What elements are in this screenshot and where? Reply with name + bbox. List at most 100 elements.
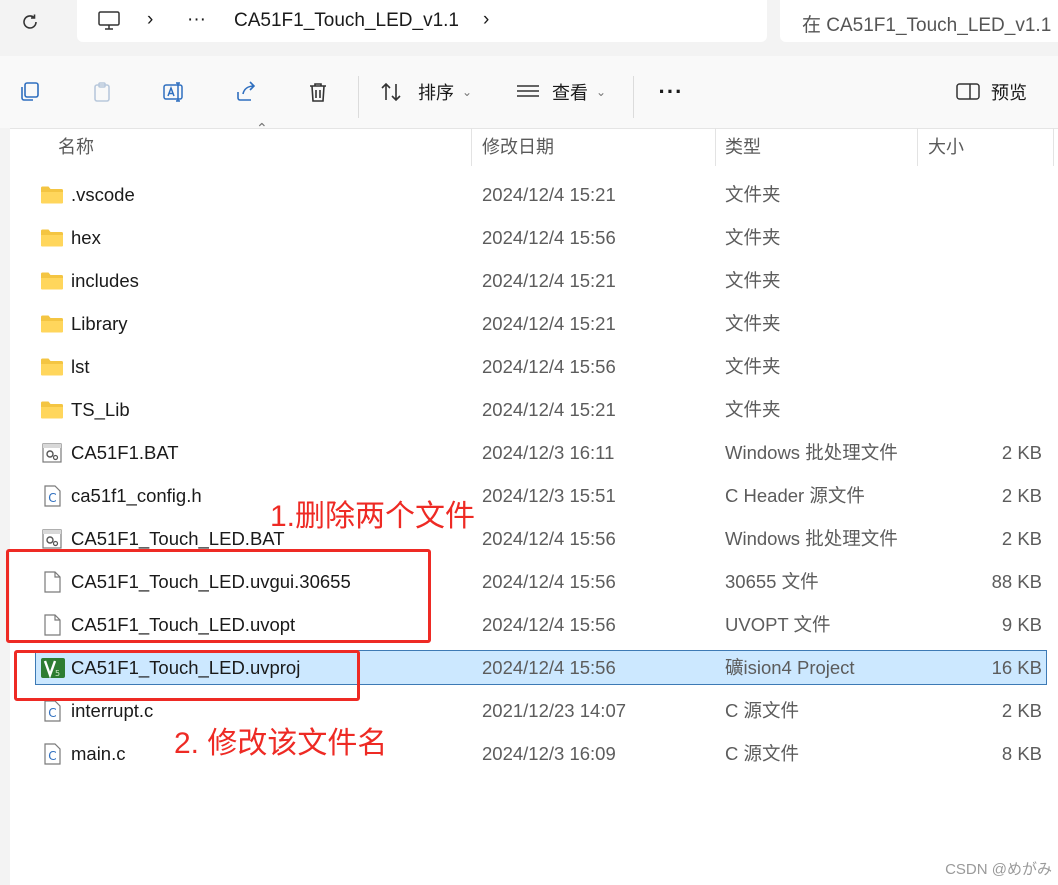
file-date: 2024/12/4 15:56 [482,571,616,592]
file-type: Windows 批处理文件 [725,442,898,463]
folder-icon [40,399,64,421]
paste-button[interactable] [84,74,120,110]
file-type: 文件夹 [725,399,781,420]
breadcrumb-current-folder[interactable]: CA51F1_Touch_LED_v1.1 [234,10,459,32]
file-date: 2024/12/4 15:21 [482,270,616,291]
batch-file-icon [40,528,64,550]
file-type: C Header 源文件 [725,485,865,506]
sort-button[interactable]: 排序 ⌄ [378,74,478,110]
copy-icon [21,82,39,101]
folder-icon [40,313,64,335]
file-date: 2024/12/3 16:11 [482,442,615,463]
column-divider[interactable] [917,128,918,166]
file-date: 2024/12/4 15:56 [482,528,616,549]
preview-label: 预览 [991,83,1027,103]
column-type-label: 类型 [725,137,761,157]
column-divider[interactable] [715,128,716,166]
file-row[interactable]: hex 2024/12/4 15:56 文件夹 [0,219,1058,262]
file-size: 2 KB [1001,485,1042,506]
file-name: main.c [71,743,126,764]
file-row[interactable]: Cca51f1_config.h 2024/12/3 15:51 C Header … [0,477,1058,520]
file-type: 文件夹 [725,356,781,377]
file-date: 2024/12/3 15:51 [482,485,616,506]
batch-file-icon [40,442,64,464]
folder-icon [40,270,64,292]
file-date: 2024/12/4 15:21 [482,399,616,420]
svg-text:C: C [48,491,56,505]
file-name: lst [71,356,90,377]
more-icon: ··· [658,79,684,104]
file-size: 2 KB [1001,442,1042,463]
annotation-box-rename [14,650,360,701]
breadcrumb-overflow[interactable]: ··· [187,9,206,31]
file-date: 2024/12/4 15:21 [482,184,616,205]
c-source-icon: C [40,743,64,765]
copy-button[interactable] [12,74,48,110]
file-row[interactable]: lst 2024/12/4 15:56 文件夹 [0,348,1058,391]
search-box[interactable]: 在 CA51F1_Touch_LED_v1.1 [780,0,1058,42]
this-pc-icon[interactable] [97,10,121,32]
address-box[interactable]: › ··· CA51F1_Touch_LED_v1.1 › [77,0,767,42]
column-divider[interactable] [1053,128,1054,166]
more-options-button[interactable]: ··· [650,74,692,110]
folder-icon [40,356,64,378]
column-date-label: 修改日期 [482,137,554,157]
file-size: 2 KB [1001,700,1042,721]
file-type: UVOPT 文件 [725,614,831,635]
file-row[interactable]: Library 2024/12/4 15:21 文件夹 [0,305,1058,348]
rename-icon [163,82,183,102]
rename-button[interactable] [156,74,192,110]
file-name: Library [71,313,128,334]
file-type: 30655 文件 [725,571,819,592]
share-icon [237,81,256,101]
file-row[interactable]: CA51F1.BAT 2024/12/3 16:11 Windows 批处理文件 2 … [0,434,1058,477]
column-name-label: 名称 [58,137,94,157]
preview-pane-button[interactable]: 预览 [955,74,1045,110]
annotation-box-delete [6,549,431,643]
c-source-icon: C [40,485,64,507]
breadcrumb-chevron-icon[interactable]: › [483,9,489,31]
refresh-icon [23,14,37,29]
file-size: 2 KB [1001,528,1042,549]
file-date: 2024/12/4 15:21 [482,313,616,334]
chevron-down-icon: ⌄ [462,85,473,99]
file-size: 88 KB [991,571,1042,592]
file-date: 2024/12/3 16:09 [482,743,616,764]
file-row[interactable]: Cmain.c 2024/12/3 16:09 C 源文件 8 KB [0,735,1058,778]
view-button[interactable]: 查看 ⌄ [514,74,614,110]
folder-icon [40,227,64,249]
file-type: C 源文件 [725,743,800,764]
c-source-icon: C [40,700,64,722]
file-type: Windows 批处理文件 [725,528,898,549]
file-type: 礦ision4 Project [725,657,855,678]
chevron-down-icon: ⌄ [596,85,607,99]
view-list-icon [517,85,539,97]
file-size: 16 KB [991,657,1042,678]
annotation-rename-text: 2. 修改该文件名 [174,727,388,760]
folder-icon [40,184,64,206]
command-toolbar: 排序 ⌄ 查看 ⌄ ··· 预览 [0,56,1058,129]
search-placeholder[interactable]: 在 CA51F1_Touch_LED_v1.1 [802,10,1051,37]
file-name: hex [71,227,101,248]
file-row[interactable]: TS_Lib 2024/12/4 15:21 文件夹 [0,391,1058,434]
file-row[interactable]: includes 2024/12/4 15:21 文件夹 [0,262,1058,305]
share-button[interactable] [228,74,264,110]
file-date: 2024/12/4 15:56 [482,227,616,248]
delete-button[interactable] [300,74,336,110]
file-date: 2021/12/23 14:07 [482,700,627,721]
file-size: 8 KB [1001,743,1042,764]
chevron-right-icon[interactable]: › [147,9,153,31]
refresh-button[interactable] [8,4,52,40]
column-size-label: 大小 [928,137,964,157]
sort-icon [381,82,401,102]
watermark: CSDN @めがみ [945,861,1052,878]
column-header-date[interactable]: 修改日期 [482,128,712,166]
file-type: 文件夹 [725,270,781,291]
file-name: includes [71,270,139,291]
svg-text:C: C [48,706,56,720]
column-divider[interactable] [471,128,472,166]
column-header-type[interactable]: 类型 [725,128,915,166]
file-row[interactable]: .vscode 2024/12/4 15:21 文件夹 [0,176,1058,219]
column-header-size[interactable]: 大小 [928,128,1048,166]
sort-label: 排序 [418,83,454,103]
